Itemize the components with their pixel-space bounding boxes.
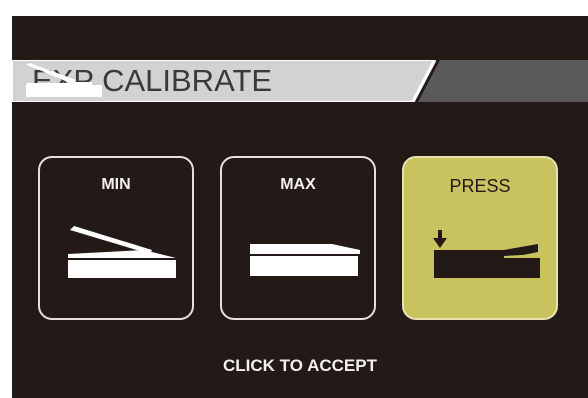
max-button[interactable]: MAX: [220, 156, 376, 320]
title-bar: EXP CALIBRATE: [12, 60, 588, 102]
min-button[interactable]: MIN: [38, 156, 194, 320]
calibration-screen: EXP CALIBRATE MIN MAX PRESS CLICK TO ACC…: [12, 16, 588, 398]
pedal-heel-down-icon: [68, 226, 176, 278]
expression-pedal-icon: [26, 63, 102, 97]
pedal-toe-down-icon: [250, 244, 360, 276]
press-button[interactable]: PRESS: [402, 156, 558, 320]
pedal-press-icon: [433, 230, 540, 278]
click-to-accept-text: CLICK TO ACCEPT: [223, 356, 377, 375]
